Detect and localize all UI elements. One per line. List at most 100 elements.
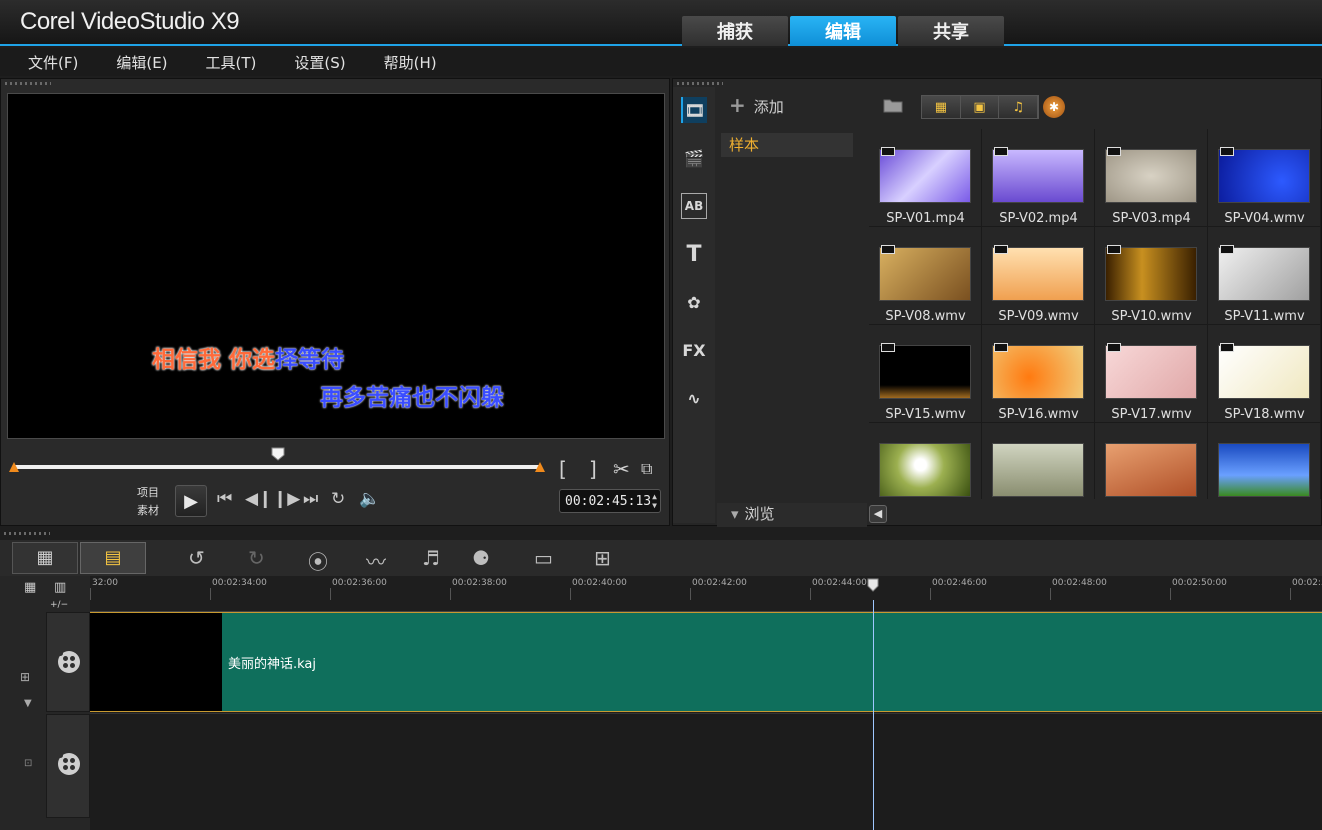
media-thumbnail[interactable]: SP-V04.wmv (1208, 129, 1321, 227)
panel-grip[interactable] (4, 532, 50, 535)
menu-edit[interactable]: 编辑(E) (116, 52, 167, 73)
black-clip[interactable] (90, 612, 222, 712)
media-thumbnail[interactable] (1208, 423, 1321, 499)
go-to-start-icon[interactable]: ⏮ (217, 489, 232, 509)
timecode-stepper[interactable]: ▲ ▼ (652, 492, 657, 510)
kaj-clip[interactable]: 美丽的神话.kaj (222, 612, 1322, 712)
add-chapter-icon[interactable]: ▥ (54, 580, 66, 595)
library-category-bar: 🎞 🎬 AB T ✿ FX ∿ (673, 87, 715, 523)
playhead-handle[interactable] (867, 578, 879, 592)
instant-project-icon[interactable]: 🎬 (681, 145, 707, 171)
app-title: Corel VideoStudio X9 (20, 8, 240, 35)
tab-edit[interactable]: 编辑 (790, 16, 896, 46)
title-icon[interactable]: T (681, 241, 707, 267)
media-thumbnail[interactable]: SP-V15.wmv (869, 325, 982, 423)
scrub-handle[interactable] (271, 447, 285, 461)
media-thumbnail[interactable]: SP-V03.mp4 (1095, 129, 1208, 227)
redo-icon[interactable]: ↻ (248, 546, 265, 570)
menu-file[interactable]: 文件(F) (28, 52, 78, 73)
menu-settings[interactable]: 设置(S) (294, 52, 345, 73)
mode-clip[interactable]: 素材 (137, 502, 159, 520)
previous-frame-icon[interactable]: ◀❙ (245, 489, 272, 509)
timeline-view-button[interactable]: ▤ (80, 542, 146, 574)
media-thumbnail[interactable] (869, 423, 982, 499)
media-thumbnail[interactable]: SP-V18.wmv (1208, 325, 1321, 423)
multi-camera-icon[interactable]: ⊞ (594, 546, 611, 570)
video-badge-icon (1107, 147, 1121, 156)
ruler-tick (1290, 588, 1291, 600)
menu-help[interactable]: 帮助(H) (384, 52, 437, 73)
thumbnail-label: SP-V04.wmv (1224, 211, 1305, 226)
panel-grip[interactable] (677, 82, 723, 85)
timeline-ruler[interactable]: ▦ ▥ 32:00 00:02:34:00 00:02:36:00 00:02:38:… (0, 576, 1322, 600)
mode-project[interactable]: 项目 (137, 484, 159, 502)
tab-capture[interactable]: 捕获 (682, 16, 788, 46)
scissors-icon[interactable]: ✂ (613, 457, 630, 481)
media-thumbnail[interactable]: SP-V09.wmv (982, 227, 1095, 325)
play-mode-selector[interactable]: 项目 素材 (137, 484, 159, 520)
thumbnail-image (992, 149, 1084, 203)
mark-out-handle[interactable] (535, 462, 545, 472)
library-folder-list: + 添加 样本 (717, 87, 867, 499)
video-track-header[interactable] (46, 612, 90, 712)
track-manager-icon[interactable]: ▦ (24, 580, 36, 595)
show-videos-icon[interactable]: ▦ (922, 96, 961, 118)
sound-mixer-icon[interactable]: 〰 (366, 546, 386, 575)
media-thumbnail[interactable]: SP-V02.mp4 (982, 129, 1095, 227)
motion-tracking-icon[interactable]: ⚈ (472, 546, 490, 570)
transition-icon[interactable]: AB (681, 193, 707, 219)
expand-track-icon[interactable]: ▼ (24, 698, 32, 709)
auto-music-icon[interactable]: ♬ (422, 546, 440, 570)
preview-window[interactable]: 相信我 你选择等待 再多苦痛也不闪躲 (7, 93, 665, 439)
overlay-track-header[interactable] (46, 714, 90, 818)
mark-in-button[interactable]: [ (559, 457, 567, 481)
browse-label: 浏览 (744, 505, 775, 523)
sort-options-icon[interactable]: ✱ (1043, 96, 1065, 118)
panel-grip[interactable] (5, 82, 51, 85)
record-capture-icon[interactable]: ⦿ (308, 546, 328, 575)
add-folder-button[interactable]: + 添加 (729, 93, 784, 117)
next-frame-icon[interactable]: ❙▶ (273, 489, 300, 509)
media-thumbnail[interactable]: SP-V11.wmv (1208, 227, 1321, 325)
media-icon[interactable]: 🎞 (681, 97, 707, 123)
show-audio-icon[interactable]: ♫ (999, 96, 1039, 118)
video-badge-icon (881, 343, 895, 352)
lock-track-icon[interactable]: ⊞ (20, 670, 30, 684)
media-thumbnail[interactable]: SP-V16.wmv (982, 325, 1095, 423)
media-thumbnail[interactable]: SP-V10.wmv (1095, 227, 1208, 325)
graphic-icon[interactable]: ✿ (681, 289, 707, 315)
subtitle-editor-icon[interactable]: ▭ (534, 546, 553, 570)
enlarge-icon[interactable]: ⧉ (641, 459, 652, 479)
mark-in-handle[interactable] (9, 462, 19, 472)
timecode-field[interactable]: 00:02:45:13 ▲ ▼ (559, 489, 661, 513)
media-thumbnail[interactable] (982, 423, 1095, 499)
video-badge-icon (994, 343, 1008, 352)
folder-icon[interactable] (883, 97, 903, 113)
media-thumbnail[interactable]: SP-V08.wmv (869, 227, 982, 325)
media-thumbnail[interactable]: SP-V17.wmv (1095, 325, 1208, 423)
zoom-control[interactable]: +/− (50, 600, 68, 610)
go-to-end-icon[interactable]: ⏭ (303, 489, 318, 509)
filter-icon[interactable]: FX (681, 337, 707, 363)
menu-tools[interactable]: 工具(T) (206, 52, 257, 73)
storyboard-view-button[interactable]: ▦ (12, 542, 78, 574)
media-thumbnail[interactable]: SP-V01.mp4 (869, 129, 982, 227)
media-thumbnail[interactable] (1095, 423, 1208, 499)
lyric-line-2: 再多苦痛也不闪躲 (320, 384, 504, 411)
repeat-icon[interactable]: ↻ (331, 489, 345, 509)
show-photos-icon[interactable]: ▣ (960, 96, 1000, 118)
browse-button[interactable]: ▾ 浏览 (717, 503, 867, 527)
overlay-track[interactable] (90, 713, 1322, 830)
scroll-left-button[interactable]: ◀ (869, 505, 887, 523)
video-badge-icon (1107, 245, 1121, 254)
scrub-bar[interactable] (15, 465, 541, 469)
path-icon[interactable]: ∿ (681, 385, 707, 411)
video-track[interactable]: 美丽的神话.kaj (90, 611, 1322, 712)
tab-share[interactable]: 共享 (898, 16, 1004, 46)
volume-icon[interactable]: 🔈 (359, 489, 380, 509)
mark-out-button[interactable]: ] (589, 457, 597, 481)
undo-icon[interactable]: ↺ (188, 546, 205, 570)
overlay-lock-icon[interactable]: ⊡ (24, 758, 32, 769)
play-button[interactable]: ▶ (175, 485, 207, 517)
folder-item-sample[interactable]: 样本 (721, 133, 853, 157)
